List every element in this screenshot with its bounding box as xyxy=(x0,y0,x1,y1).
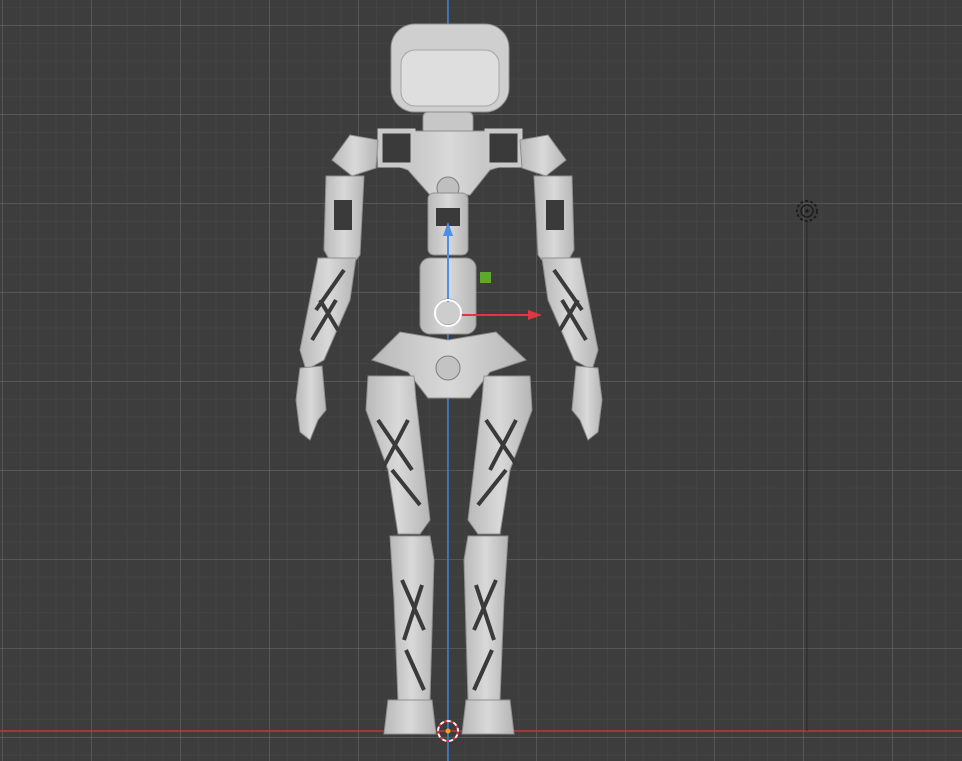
robot-head-visor xyxy=(400,49,500,107)
right-hand[interactable] xyxy=(571,365,603,441)
gizmo-x-arrow-head[interactable] xyxy=(528,310,542,320)
right-shoulder[interactable] xyxy=(519,134,567,177)
gizmo-xz-plane-handle[interactable] xyxy=(480,272,491,283)
viewport-canvas[interactable] xyxy=(0,0,962,761)
light-object-icon[interactable] xyxy=(796,200,818,222)
pelvis-joint xyxy=(435,355,461,381)
robot-model[interactable] xyxy=(295,23,603,735)
left-shoulder[interactable] xyxy=(331,134,379,177)
left-upper-arm-cutout xyxy=(334,200,352,230)
left-foot[interactable] xyxy=(383,699,437,735)
3d-viewport[interactable] xyxy=(0,0,962,761)
left-thigh[interactable] xyxy=(365,375,431,535)
right-shoulder-plate xyxy=(484,128,523,168)
left-hand[interactable] xyxy=(295,365,327,441)
right-foot[interactable] xyxy=(461,699,515,735)
left-shoulder-plate xyxy=(377,128,416,168)
right-upper-arm-cutout xyxy=(546,200,564,230)
